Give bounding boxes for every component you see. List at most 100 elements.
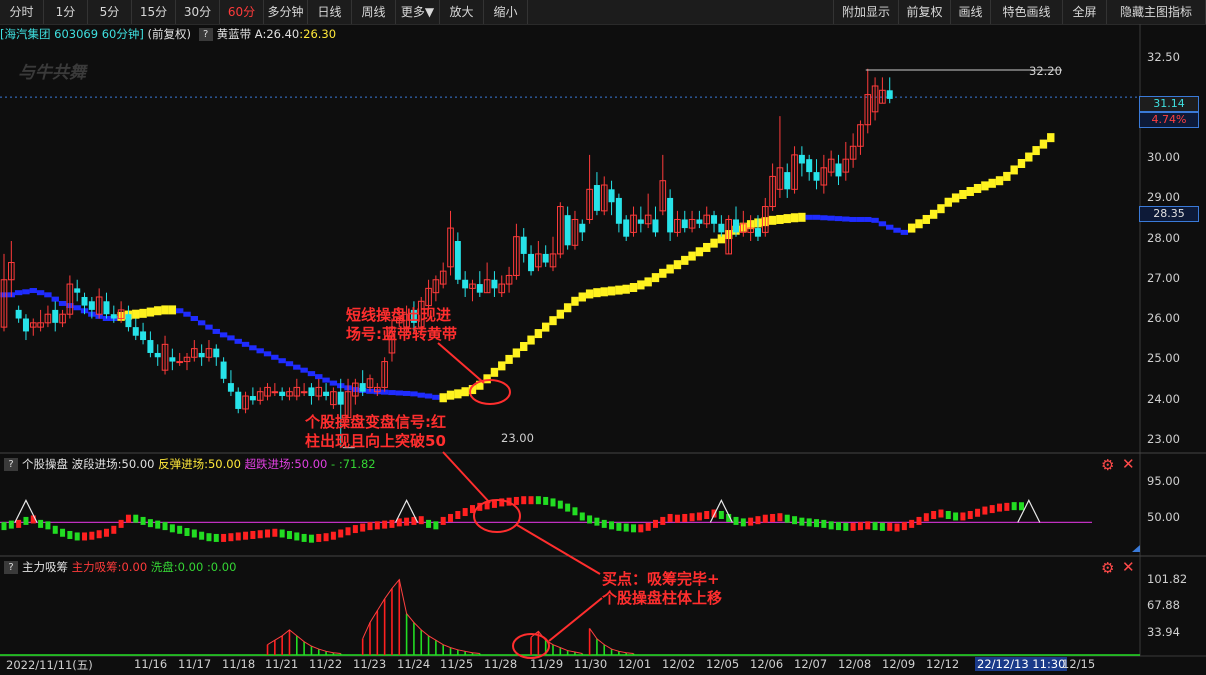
band-segment [146,307,155,317]
sub1-bar [513,496,519,505]
band-segment [710,238,718,248]
candle-body [784,172,791,190]
candle-body [718,223,725,233]
sub1-bar [250,530,256,539]
band-segment [44,292,52,298]
candle-body [176,361,183,364]
sub1-bar [982,506,988,515]
band-segment [227,335,235,341]
sub1-bar [887,522,893,531]
band-segment [937,204,945,214]
band-segment [263,351,272,357]
sub1-bar [67,530,73,539]
band-segment [205,324,213,330]
band-segment [271,354,279,360]
sub1-bar [374,521,380,530]
band-segment [659,268,667,278]
band-segment [29,288,37,294]
band-segment [1003,171,1011,181]
sub1-bar [960,512,966,521]
band-segment [959,189,967,199]
band-segment [132,309,140,319]
axis-tick-main: 30.00 [1147,150,1180,164]
sub1-bar [462,508,468,517]
candle-body [249,396,256,401]
candle-body [103,301,110,315]
sub1-bar [89,531,95,540]
sub1-bar [799,517,805,526]
sub1-bar [997,503,1003,512]
annotation-text: 个股操盘变盘信号:红 [305,413,446,431]
sub1-bar [345,527,351,536]
band-segment [402,390,411,396]
sub1-bar [52,525,58,534]
sub1-bar [638,524,644,533]
sub1-bar [206,533,212,542]
band-segment [615,285,623,295]
sub1-bar [367,522,373,531]
sub1-bar [155,520,161,529]
low-price-label: 23.00 [501,431,534,445]
candle-body [300,391,308,394]
date-tick: 11/28 [484,657,518,671]
sub1-bar [601,519,607,528]
annotation-text: 短线操盘出现进 [346,306,452,324]
candle-body [711,215,718,224]
sub1-bar [60,528,66,537]
date-tick: 12/01 [618,657,652,671]
annotation-text: 个股操盘柱体上移 [602,589,723,607]
band-segment [36,290,45,296]
candle-body [81,296,88,306]
date-tick: 11/16 [134,657,168,671]
band-segment [432,394,440,400]
band-segment [871,217,879,223]
date-tick: 12/08 [838,657,872,671]
candle-body [454,241,461,280]
sub1-bar [594,517,600,526]
axis-tick-sub2: 101.82 [1147,572,1188,586]
date-tick: 11/29 [530,657,564,671]
sub1-bar [1018,502,1024,511]
sub1-bar [125,514,131,523]
band-segment [51,296,59,302]
band-segment [593,288,601,298]
band-segment [461,387,469,397]
sub1-bar [777,513,783,522]
axis-tick-sub1: 95.00 [1147,474,1180,488]
candle-body [615,197,622,224]
axis-tick-main: 24.00 [1147,392,1180,406]
sub1-bar [835,522,841,531]
band-segment [878,221,887,227]
band-segment [864,216,872,222]
candle-body [528,253,535,272]
candle-body [147,340,154,353]
sub1-bar [118,519,124,528]
band-segment [637,280,645,290]
sub1-bar [682,513,688,522]
candle-body [579,223,586,233]
sub1-bar [45,521,51,530]
sub1-bar [74,532,80,541]
sub1-bar [696,512,702,521]
sub1-bar [770,513,776,522]
band-segment [578,292,586,302]
sub1-bar [931,511,937,519]
band-segment [666,264,674,274]
sub1-bar [557,500,563,509]
band-segment [439,393,447,403]
band-segment [563,303,572,313]
band-segment [681,255,689,265]
band-segment [820,215,828,221]
candle-body [564,215,571,246]
annotation-text: 柱出现且向上突破50 [305,432,446,450]
sub1-bar [243,531,249,540]
band-segment [512,348,521,358]
sub1-bar [272,528,278,537]
band-segment [673,260,682,270]
candle-body [271,391,279,394]
candle-body [279,391,286,397]
band-segment [856,216,865,222]
sub1-bar [308,534,314,543]
axis-tick-main: 26.00 [1147,311,1180,325]
pane-corner-marker [1132,545,1140,552]
